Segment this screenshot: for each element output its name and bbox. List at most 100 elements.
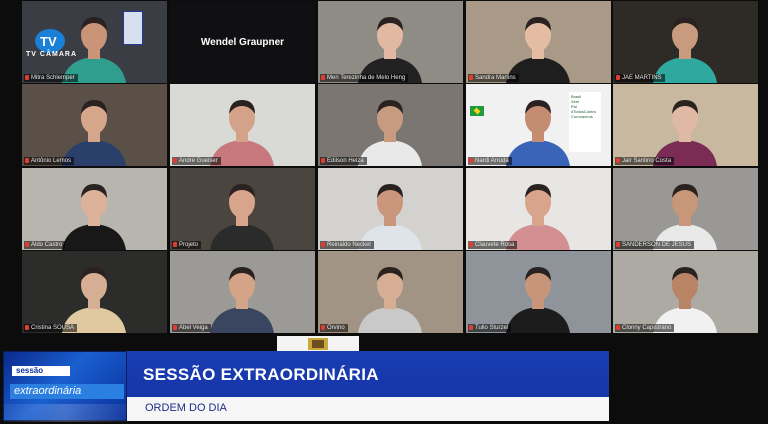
participant-video	[62, 184, 126, 250]
participant-name-tag: Abel Veiga	[172, 324, 211, 332]
participant-name: Cristina SOUSA	[31, 325, 75, 331]
mic-muted-icon	[321, 74, 325, 80]
participant-name-tag: Edilson Heiza	[320, 157, 367, 165]
participant-name: Jair Santino Costa	[622, 158, 672, 164]
participant-tile[interactable]: Cristina SOUSA	[22, 251, 167, 333]
participant-name: Nardi Arruda	[475, 158, 509, 164]
participant-tile[interactable]: Wendel Graupner	[170, 1, 315, 83]
mic-muted-icon	[25, 74, 29, 80]
mic-muted-icon	[321, 324, 325, 330]
mic-muted-icon	[173, 157, 177, 163]
participant-video	[653, 100, 717, 166]
mic-muted-icon	[25, 324, 29, 330]
mic-muted-icon	[173, 324, 177, 330]
participant-name: Clonny Capistrano	[622, 325, 672, 331]
session-tag-top: sessão	[12, 366, 70, 376]
participant-name-tag: Projeto	[172, 241, 202, 249]
video-grid: Mitra Schlemper TV TV CÂMARA Wendel Graupne…	[22, 1, 758, 336]
participant-tile[interactable]: Reinaldo Neckel	[318, 168, 463, 250]
participant-video	[358, 17, 422, 83]
participant-video	[653, 267, 717, 333]
mic-muted-icon	[616, 157, 620, 163]
mic-muted-icon	[173, 241, 177, 247]
participant-tile[interactable]: Clauvete Rosa	[466, 168, 611, 250]
participant-video	[358, 267, 422, 333]
mic-muted-icon	[321, 241, 325, 247]
participant-video	[506, 184, 570, 250]
participant-video	[358, 184, 422, 250]
session-title: SESSÃO EXTRAORDINÁRIA	[143, 365, 379, 384]
mic-muted-icon	[321, 157, 325, 163]
participant-tile[interactable]: Mitra Schlemper TV TV CÂMARA	[22, 1, 167, 83]
mic-muted-icon	[469, 324, 473, 330]
participant-tile[interactable]: Edilson Heiza	[318, 84, 463, 166]
participant-tile[interactable]: Nardi Arruda Brasil Sem Pai #TodosContra Coro…	[466, 84, 611, 166]
mic-muted-icon	[469, 157, 473, 163]
participant-name-tag: Mitra Schlemper	[24, 74, 78, 82]
participant-name: JAE MARTINS	[622, 75, 662, 81]
participant-name: Projeto	[179, 242, 199, 248]
participant-tile[interactable]: SANDERSON DE JESUS	[613, 168, 758, 250]
participant-name-tag: Cristina SOUSA	[24, 324, 78, 332]
participant-name: Meri Terezinha de Melo Heng	[327, 75, 406, 81]
participant-tile[interactable]: Jair Santino Costa	[613, 84, 758, 166]
participant-video	[210, 100, 274, 166]
participant-name-tag: Clauvete Rosa	[468, 241, 518, 249]
participant-name-tag: Meri Terezinha de Melo Heng	[320, 74, 409, 82]
participant-tile[interactable]: Projeto	[170, 168, 315, 250]
participant-name: Edilson Heiza	[327, 158, 364, 164]
participant-name: Orvino	[327, 325, 345, 331]
participant-name: Reinaldo Neckel	[327, 242, 371, 248]
participant-video	[210, 184, 274, 250]
participant-name-tag: Nardi Arruda	[468, 157, 512, 165]
session-tag-panel: sessão extraordinária	[3, 351, 127, 422]
participant-name: Sandra Martins	[475, 75, 516, 81]
mic-muted-icon	[616, 241, 620, 247]
participant-name-tag: JAE MARTINS	[615, 74, 665, 82]
participant-tile[interactable]: Orvino	[318, 251, 463, 333]
participant-tile[interactable]: Abel Veiga	[170, 251, 315, 333]
participant-name: André Gueiser	[179, 158, 218, 164]
participant-name-tag: Orvino	[320, 324, 348, 332]
mic-muted-icon	[25, 241, 29, 247]
participant-name-tag: SANDERSON DE JESUS	[615, 241, 695, 249]
participant-video	[506, 267, 570, 333]
participant-tile[interactable]: André Gueiser	[170, 84, 315, 166]
participant-name-tag: Sandra Martins	[468, 74, 519, 82]
participant-tile[interactable]: Aldo Castro	[22, 168, 167, 250]
participant-video	[62, 267, 126, 333]
participant-name-tag: Clonny Capistrano	[615, 324, 675, 332]
participant-video	[653, 17, 717, 83]
session-tag-main: extraordinária	[10, 384, 124, 399]
mic-muted-icon	[616, 324, 620, 330]
participant-name-tag: Antônio Lemos	[24, 157, 75, 165]
participant-video	[358, 100, 422, 166]
session-subtitle: ORDEM DO DIA	[145, 402, 227, 414]
participant-video	[62, 100, 126, 166]
campaign-sign-line: Coronavírus	[571, 114, 593, 119]
participant-name: SANDERSON DE JESUS	[622, 242, 692, 248]
participant-tile[interactable]: Meri Terezinha de Melo Heng	[318, 1, 463, 83]
participant-tile[interactable]: JAE MARTINS	[613, 1, 758, 83]
participant-name-tag: André Gueiser	[172, 157, 221, 165]
mic-muted-icon	[25, 157, 29, 163]
participant-name: Clauvete Rosa	[475, 242, 515, 248]
session-title-bar: SESSÃO EXTRAORDINÁRIA	[127, 351, 609, 397]
participant-tile[interactable]: Sandra Martins	[466, 1, 611, 83]
participant-name-tag: Tulio Sturzel	[468, 324, 512, 332]
participant-tile[interactable]: Tulio Sturzel	[466, 251, 611, 333]
mic-muted-icon	[616, 74, 620, 80]
participant-name-tag: Aldo Castro	[24, 241, 66, 249]
participant-name: Aldo Castro	[31, 242, 63, 248]
participant-name-tag: Jair Santino Costa	[615, 157, 675, 165]
mic-muted-icon	[469, 74, 473, 80]
tv-camara-label: TV CÂMARA	[26, 51, 77, 58]
participant-tile[interactable]: Antônio Lemos	[22, 84, 167, 166]
brazil-flag-icon	[470, 106, 484, 116]
mic-muted-icon	[469, 241, 473, 247]
participant-name: Mitra Schlemper	[31, 75, 75, 81]
participant-video	[653, 184, 717, 250]
participant-name: Tulio Sturzel	[475, 325, 509, 331]
participant-name: Abel Veiga	[179, 325, 208, 331]
participant-tile[interactable]: Clonny Capistrano	[613, 251, 758, 333]
